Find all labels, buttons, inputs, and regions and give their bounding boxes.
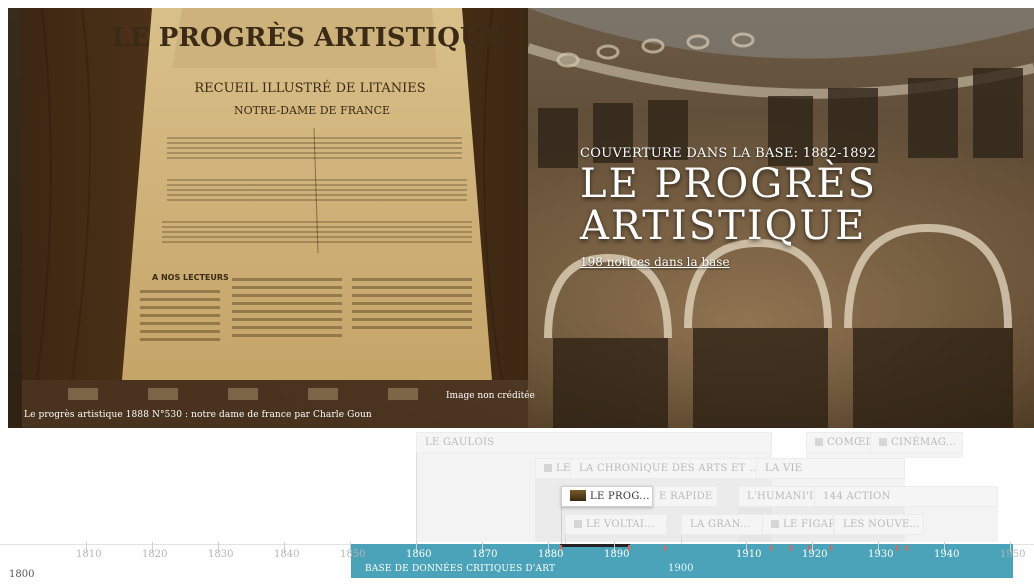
- newspaper-masthead: LE PROGRÈS ARTISTIQUE: [112, 21, 503, 53]
- slide-title: LE PROGRÈS ARTISTIQUE: [580, 163, 877, 247]
- slide-title-line2: ARTISTIQUE: [580, 203, 867, 249]
- slide-title-line1: LE PROGRÈS: [580, 161, 877, 207]
- event-label: E RAPIDE: [659, 491, 713, 502]
- event-label: 144 ACTION: [823, 491, 891, 502]
- tick-label: 1800: [9, 569, 35, 580]
- timeline[interactable]: LE GAULOIS COMŒDI CINÉMAG... LE LA CHRON…: [0, 428, 1034, 586]
- timeline-event-lhumanite[interactable]: L'HUMANI'I: [738, 486, 818, 507]
- tick-label: 1890: [604, 549, 630, 560]
- tick-label: 1940: [934, 549, 960, 560]
- hero-slide: LE PROGRÈS ARTISTIQUE RECUEIL ILLUSTRÉ D…: [8, 8, 1034, 428]
- event-thumb-icon: [815, 438, 823, 446]
- event-thumb-icon: [544, 464, 552, 472]
- image-caption: Le progrès artistique 1888 N°530 : notre…: [24, 410, 372, 420]
- tick-label: 1900: [668, 563, 694, 574]
- slide-text: COUVERTURE DANS LA BASE: 1882-1892 LE PR…: [580, 146, 877, 270]
- event-label: LE: [556, 463, 571, 474]
- event-label: LA GRAN...: [690, 519, 751, 530]
- event-marker: [896, 545, 898, 551]
- timeline-event-la-chronique[interactable]: LA CHRONIQUE DES ARTS ET ...: [570, 458, 760, 479]
- event-thumb-icon: [574, 520, 582, 528]
- tick-label: 1910: [736, 549, 762, 560]
- event-label: LES NOUVE...: [843, 519, 921, 530]
- tick-label: 1860: [406, 549, 432, 560]
- timeline-event-le-figaro[interactable]: LE FIGAR: [762, 514, 834, 535]
- event-connector: [416, 453, 417, 544]
- event-marker: [790, 545, 792, 551]
- event-marker: [664, 545, 666, 551]
- event-label: LE FIGAR: [783, 519, 834, 530]
- event-marker: [830, 545, 832, 551]
- event-label: LE GAULOIS: [425, 437, 495, 448]
- timeline-event-le-progres-active[interactable]: LE PROG...: [561, 486, 653, 507]
- records-count-link[interactable]: 198 notices dans la base: [580, 255, 730, 269]
- timeline-event-le[interactable]: LE: [535, 458, 575, 479]
- timeline-event-le-voltaire[interactable]: LE VOLTAI...: [565, 514, 667, 535]
- newspaper-section: A NOS LECTEURS: [152, 273, 229, 282]
- timeline-event-cinemagazine[interactable]: CINÉMAG...: [870, 432, 963, 453]
- newspaper-image: LE PROGRÈS ARTISTIQUE RECUEIL ILLUSTRÉ D…: [22, 8, 528, 380]
- timeline-event-la-vie[interactable]: LA VIE: [756, 458, 905, 479]
- tick-label: 1930: [868, 549, 894, 560]
- image-credit: Image non créditée: [446, 391, 535, 401]
- event-label: LA CHRONIQUE DES ARTS ET ...: [579, 463, 760, 474]
- newspaper-subtitle: RECUEIL ILLUSTRÉ DE LITANIES: [194, 80, 425, 96]
- tick-label: 1850: [340, 549, 366, 560]
- tick-label: 1810: [76, 549, 102, 560]
- event-thumb-icon: [879, 438, 887, 446]
- tick-label: 1880: [538, 549, 564, 560]
- tick-label: 1830: [208, 549, 234, 560]
- event-label: L'HUMANI'I: [747, 491, 814, 502]
- timeline-event-comoedia[interactable]: COMŒDI: [806, 432, 878, 453]
- event-thumb-icon: [570, 490, 586, 501]
- event-label: LE PROG...: [590, 491, 650, 502]
- tick-label: 1870: [472, 549, 498, 560]
- event-label: LE VOLTAI...: [586, 519, 655, 530]
- event-connector: [681, 534, 682, 544]
- tick-label: 1950: [1000, 549, 1026, 560]
- timeline-event-e-rapide[interactable]: E RAPIDE: [650, 486, 718, 507]
- newspaper-heading: NOTRE-DAME DE FRANCE: [234, 104, 390, 117]
- tick-label: 1920: [802, 549, 828, 560]
- timeline-event-le-gaulois[interactable]: LE GAULOIS: [416, 432, 772, 453]
- era-database-label: BASE DE DONNÉES CRITIQUES D'ART: [365, 564, 556, 574]
- tick-label: 1840: [274, 549, 300, 560]
- tick-label: 1820: [142, 549, 168, 560]
- timeline-event-la-grande[interactable]: LA GRAN...: [681, 514, 769, 535]
- event-marker: [770, 545, 772, 551]
- timeline-event-les-nouvelles[interactable]: LES NOUVE...: [834, 514, 924, 535]
- timeline-event-action[interactable]: 144 ACTION: [814, 486, 998, 507]
- event-label: CINÉMAG...: [891, 437, 957, 448]
- event-marker: [906, 545, 908, 551]
- event-label: LA VIE: [765, 463, 803, 474]
- coverage-range-indicator: [560, 544, 630, 547]
- coverage-dates: COUVERTURE DANS LA BASE: 1882-1892: [580, 146, 877, 161]
- event-thumb-icon: [771, 520, 779, 528]
